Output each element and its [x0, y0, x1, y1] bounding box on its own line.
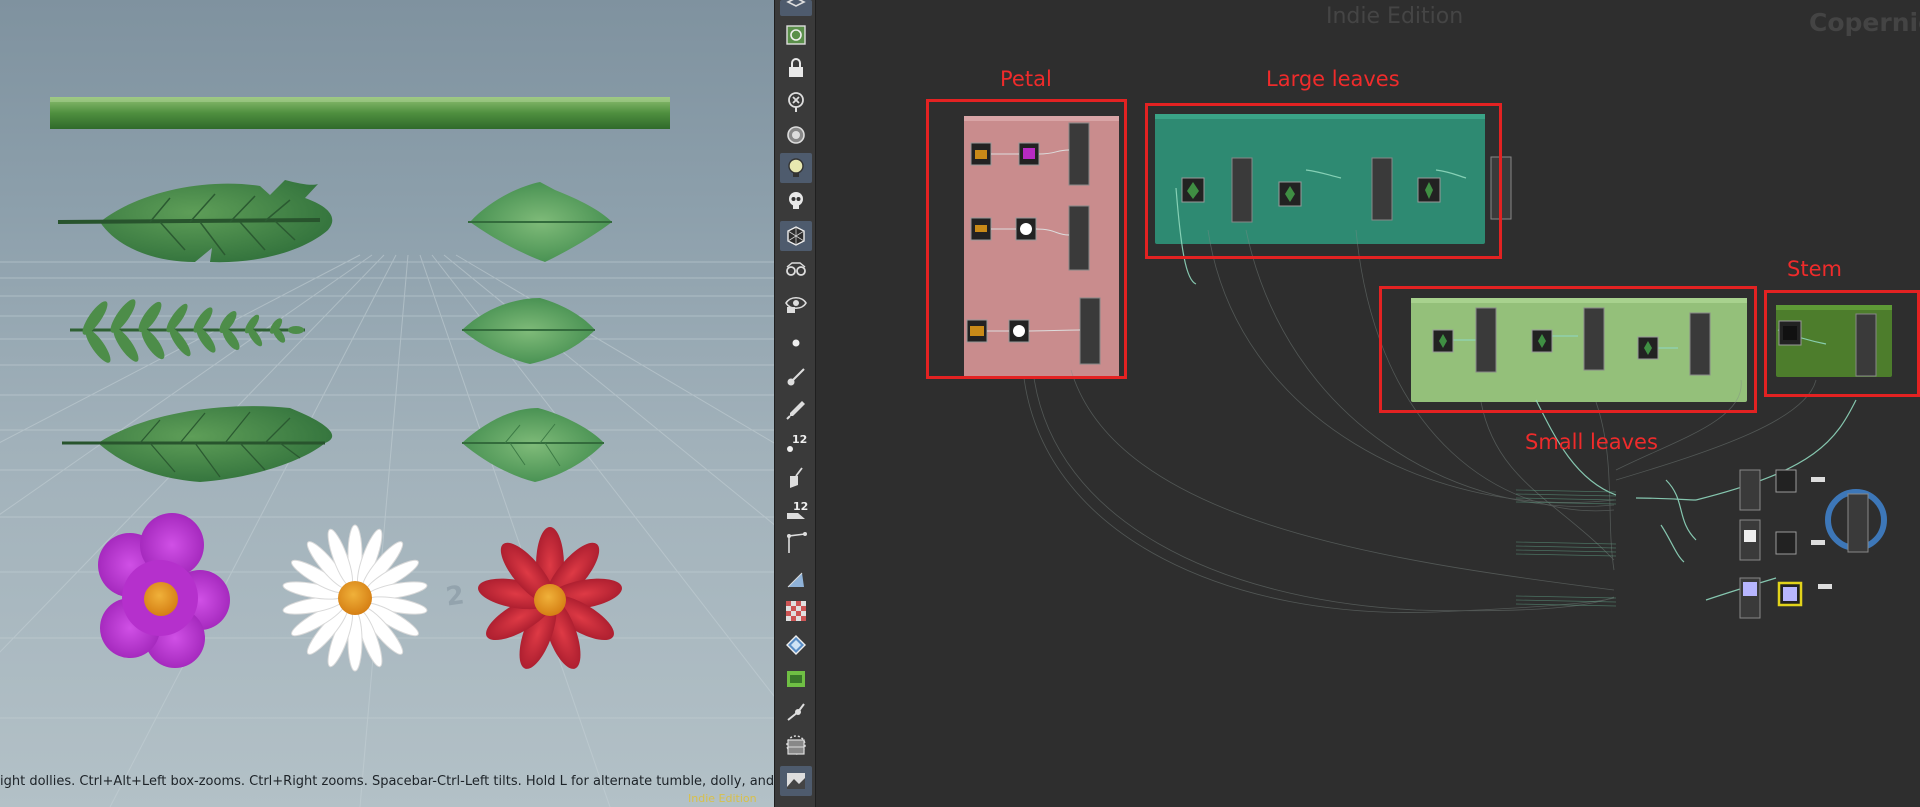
- viewport-scene[interactable]: 2: [0, 0, 774, 807]
- small-leaves-annotation-label: Small leaves: [1525, 430, 1658, 454]
- large-leaves-annotation-label: Large leaves: [1266, 67, 1400, 91]
- edge-angle-icon[interactable]: [780, 528, 812, 558]
- viewport-edition-label: Indie Edition: [688, 792, 757, 805]
- point-icon[interactable]: [780, 328, 812, 358]
- point-numbers-label: 12: [792, 433, 807, 446]
- light-bulb-lit-icon[interactable]: [780, 153, 812, 183]
- leaf-large-1[interactable]: [57, 180, 333, 263]
- point-numbers-icon[interactable]: 12: [780, 428, 812, 458]
- small-leaves-annotation-box: [1379, 286, 1757, 413]
- flower-purple[interactable]: [98, 513, 230, 668]
- leaf-compound[interactable]: [70, 296, 305, 366]
- petal-annotation-box: [926, 99, 1127, 379]
- shaded-cube-icon[interactable]: [780, 221, 812, 251]
- view-icon[interactable]: [780, 20, 812, 50]
- viewport-status-text: ight dollies. Ctrl+Alt+Left box-zooms. C…: [0, 774, 774, 789]
- snap-icon[interactable]: [780, 697, 812, 727]
- lock-icon[interactable]: [780, 53, 812, 83]
- petal-annotation-label: Petal: [1000, 67, 1052, 91]
- flower-red[interactable]: [476, 527, 625, 673]
- primitive-numbers-icon[interactable]: 12: [780, 496, 812, 526]
- brush-icon[interactable]: [780, 362, 812, 392]
- hide-icon[interactable]: [780, 87, 812, 117]
- shovel-icon[interactable]: [780, 463, 812, 493]
- stem-mesh[interactable]: [50, 97, 670, 129]
- leaf-large-2[interactable]: [468, 182, 612, 262]
- pen-icon[interactable]: [780, 395, 812, 425]
- grid-label: 2: [444, 580, 466, 612]
- render-eye-icon[interactable]: [780, 288, 812, 318]
- scene-viewport[interactable]: 2 ight dollies. Ctrl+Alt+Left box-zooms.…: [0, 0, 774, 807]
- light-bulb-icon[interactable]: [780, 121, 812, 151]
- green-frame-icon[interactable]: [780, 664, 812, 694]
- primitive-numbers-label: 12: [793, 500, 808, 513]
- image-icon[interactable]: [780, 766, 812, 796]
- stem-annotation-label: Stem: [1787, 257, 1842, 281]
- leaf-small-1[interactable]: [462, 298, 595, 364]
- viewport-display-toolbar: 12 12: [774, 0, 816, 807]
- skull-icon[interactable]: [780, 186, 812, 216]
- glasses-icon[interactable]: [780, 254, 812, 284]
- large-leaves-annotation-box: [1145, 103, 1502, 259]
- uv-icon[interactable]: [780, 630, 812, 660]
- background-icon[interactable]: [780, 732, 812, 762]
- leaf-small-2[interactable]: [462, 408, 604, 482]
- select-icon[interactable]: [780, 0, 812, 16]
- flower-daisy[interactable]: [282, 524, 428, 672]
- network-editor[interactable]: Indie Edition Copernic: [816, 0, 1920, 807]
- stem-annotation-box: [1764, 290, 1920, 397]
- output-nodes: [1739, 469, 1887, 619]
- checker-icon[interactable]: [780, 596, 812, 626]
- triangle-icon[interactable]: [780, 564, 812, 594]
- leaf-long[interactable]: [62, 406, 333, 482]
